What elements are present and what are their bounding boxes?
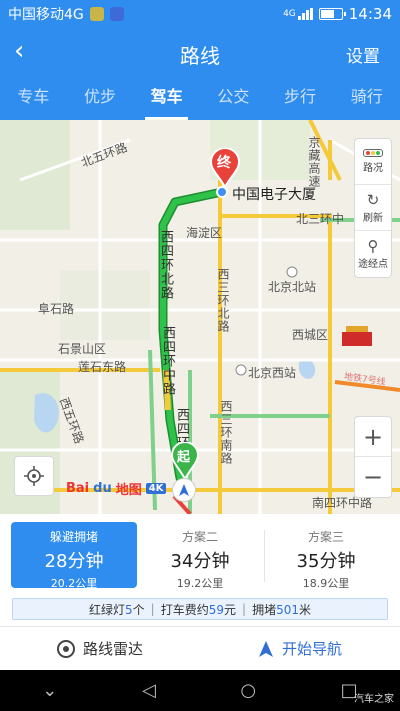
zoom-out-button[interactable]: − — [355, 457, 391, 497]
tab-cycling[interactable]: 骑行 — [333, 76, 400, 120]
start-navigation-button[interactable]: 开始导航 — [200, 627, 400, 670]
taxi-fare-stat: 打车费约59元 — [160, 602, 237, 617]
zoom-controls: + − — [354, 416, 392, 498]
tab-uber[interactable]: 优步 — [67, 76, 134, 120]
locate-icon — [24, 466, 44, 486]
plan-distance: 20.2公里 — [50, 577, 98, 590]
waypoint-button[interactable]: ⚲ 途经点 — [355, 231, 391, 277]
plan-duration: 34分钟 — [170, 551, 230, 572]
map-label: 海淀区 — [186, 226, 223, 240]
app-header: ‹ 路线 设置 — [0, 28, 400, 76]
start-marker-label: 起 — [177, 450, 191, 465]
zoom-in-button[interactable]: + — [355, 417, 391, 457]
map-label: 北京西站 — [248, 366, 297, 380]
quality-badge: 4K — [145, 483, 167, 494]
tab-transit[interactable]: 公交 — [200, 76, 267, 120]
map-label: 西城区 — [292, 328, 329, 342]
traffic-icon — [363, 149, 383, 157]
destination-dot — [216, 186, 228, 198]
destination-label[interactable]: 中国电子大厦 — [232, 184, 316, 204]
transport-tabs: 专车 优步 驾车 公交 步行 骑行 — [0, 76, 400, 120]
radar-icon — [56, 639, 75, 658]
baidu-map-logo: Bai du 地图 4K — [66, 479, 167, 498]
traffic-button[interactable]: 路况 — [355, 139, 391, 185]
app-notification-icon — [109, 7, 124, 21]
carrier-label: 中国移动4G — [8, 7, 84, 23]
separator-dot: | — [150, 602, 155, 616]
map-canvas — [0, 120, 400, 514]
status-bar: 中国移动4G 4G 14:34 — [0, 0, 400, 28]
plan-name: 方案二 — [181, 530, 218, 544]
plan-distance: 19.2公里 — [176, 577, 224, 590]
plan-duration: 28分钟 — [44, 551, 104, 572]
plan-distance: 18.9公里 — [302, 577, 350, 590]
locate-button[interactable] — [14, 456, 54, 496]
map-label: 阜石路 — [38, 302, 75, 316]
navigation-arrow-icon — [258, 640, 273, 657]
chevron-down-icon[interactable]: ⌄ — [42, 680, 57, 701]
map-label: 北三环中 — [296, 212, 345, 226]
tab-driving[interactable]: 驾车 — [133, 76, 200, 120]
map-label: 石景山区 — [58, 342, 107, 356]
separator-dot: | — [242, 602, 247, 616]
map-label: 莲石东路 — [78, 360, 127, 374]
map-label: 京藏高速 — [307, 136, 321, 188]
tab-zhuanche[interactable]: 专车 — [0, 76, 67, 120]
logo-du: du — [93, 481, 112, 496]
traffic-label: 路况 — [363, 163, 383, 174]
map-controls: 路况 ↻ 刷新 ⚲ 途经点 — [354, 138, 392, 278]
map-label: 西三环北路 — [216, 268, 230, 333]
page-title: 路线 — [180, 44, 220, 68]
map-label: 西三环南路 — [219, 400, 233, 465]
signal-icon — [297, 8, 313, 20]
refresh-label: 刷新 — [363, 212, 383, 224]
route-radar-label: 路线雷达 — [82, 640, 143, 658]
waypoint-label: 途经点 — [358, 259, 388, 270]
refresh-button[interactable]: ↻ 刷新 — [355, 185, 391, 231]
back-triangle-icon[interactable]: ◁ — [142, 680, 156, 701]
home-circle-icon[interactable]: ○ — [240, 680, 256, 701]
route-map[interactable]: 北五环路 京藏高速 海淀区 西四环北路 西三环北路 北三环中 北京北站 阜石路 … — [0, 120, 400, 514]
congestion-stat: 拥堵501米 — [252, 602, 311, 617]
plan-duration: 35分钟 — [296, 551, 356, 572]
plan-name: 方案三 — [307, 530, 344, 544]
map-label: 西四环北路 — [158, 230, 173, 300]
end-marker-label: 终 — [217, 155, 231, 171]
start-navigation-label: 开始导航 — [281, 640, 342, 658]
settings-button[interactable]: 设置 — [346, 42, 380, 67]
route-stats: 红绿灯5个 | 打车费约59元 | 拥堵501米 — [12, 598, 388, 620]
refresh-icon: ↻ — [366, 190, 380, 209]
map-label: 北京北站 — [268, 280, 317, 294]
map-label: 西四环中路 — [160, 326, 175, 396]
logo-bai: Bai — [66, 481, 90, 496]
clock: 14:34 — [348, 5, 392, 23]
network-type: 4G — [283, 9, 296, 19]
tab-walking[interactable]: 步行 — [267, 76, 334, 120]
traffic-lights-stat: 红绿灯5个 — [88, 602, 145, 617]
action-bar: 路线雷达 开始导航 — [0, 626, 400, 670]
plan-name: 躲避拥堵 — [49, 530, 98, 544]
battery-icon — [318, 8, 346, 20]
logo-ditu: 地图 — [115, 483, 142, 498]
current-location-icon — [172, 478, 196, 502]
notification-icon — [89, 7, 104, 21]
route-radar-button[interactable]: 路线雷达 — [0, 627, 200, 670]
system-nav-bar: ⌄ ◁ ○ □ 汽车之家 — [0, 670, 400, 711]
route-plans-panel: 躲避拥堵 28分钟 20.2公里 方案二 34分钟 19.2公里 方案三 35分… — [0, 514, 400, 626]
pin-icon: ⚲ — [367, 237, 379, 255]
plan-card-3[interactable]: 方案三 35分钟 18.9公里 — [263, 522, 389, 590]
plan-card-1[interactable]: 躲避拥堵 28分钟 20.2公里 — [11, 522, 137, 590]
plan-card-2[interactable]: 方案二 34分钟 19.2公里 — [137, 522, 263, 590]
watermark: 汽车之家 — [354, 694, 394, 705]
